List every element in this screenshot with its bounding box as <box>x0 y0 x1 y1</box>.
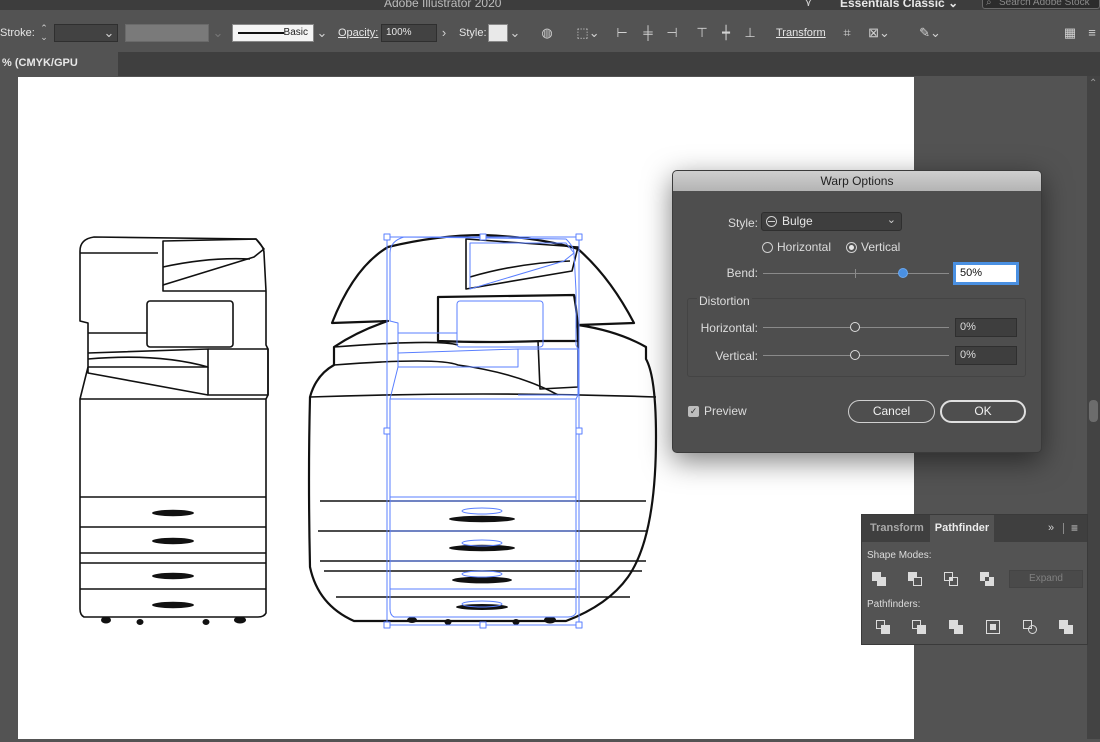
puppet-warp-icon[interactable]: ✎⌄ <box>912 24 948 42</box>
align-to-icon[interactable]: ⬚⌄ <box>576 24 600 42</box>
style-select[interactable]: Bulge ⌄ <box>761 212 902 231</box>
vertical-scrollbar[interactable]: ⌃ <box>1087 76 1100 739</box>
align-top-icon[interactable]: ⊤ <box>694 24 710 42</box>
align-center-icon[interactable]: ╪ <box>640 24 656 42</box>
brush-line-icon <box>238 32 284 34</box>
workspace-label: Essentials Classic <box>840 0 945 10</box>
align-bottom-icon[interactable]: ⊥ <box>742 24 758 42</box>
opacity-field[interactable]: 100% <box>381 24 437 42</box>
chevron-down-icon: ⌄ <box>886 214 896 226</box>
style-select-value: Bulge <box>782 214 813 228</box>
vertical-radio[interactable] <box>846 242 857 253</box>
dialog-title: Warp Options <box>673 171 1041 191</box>
preview-label[interactable]: Preview <box>704 404 747 418</box>
search-stock-input[interactable]: ⌕ Search Adobe Stock <box>982 0 1100 9</box>
unite-icon[interactable] <box>872 572 886 586</box>
intersect-icon[interactable] <box>944 572 958 586</box>
chevron-down-icon[interactable]: ⌄ <box>508 24 522 42</box>
graphic-style-swatch[interactable] <box>488 24 508 42</box>
title-bar: Adobe Illustrator 2020 Essentials Classi… <box>0 0 1100 10</box>
brush-definition-field[interactable]: Basic <box>232 24 314 42</box>
chevron-right-icon[interactable]: › <box>437 24 451 42</box>
expand-button[interactable]: Expand <box>1009 570 1083 588</box>
shape-modes-label: Shape Modes: <box>867 550 932 561</box>
panel-menu-icon[interactable]: ≡ <box>1071 521 1078 535</box>
style-label: Style: <box>459 27 487 39</box>
isolate-icon[interactable]: ⌗ <box>838 24 856 42</box>
pathfinders-label: Pathfinders: <box>867 599 921 610</box>
distortion-vertical-knob[interactable] <box>850 350 860 360</box>
distortion-horizontal-knob[interactable] <box>850 322 860 332</box>
arrange-documents-icon[interactable]: ▦ <box>1062 24 1078 42</box>
merge-icon[interactable] <box>949 620 963 634</box>
distortion-vertical-field[interactable]: 0% <box>955 346 1017 365</box>
stroke-label: Stroke: <box>0 27 35 39</box>
printer-warped[interactable] <box>307 233 658 623</box>
align-right-icon[interactable]: ⊣ <box>664 24 680 42</box>
bulge-icon <box>766 216 777 227</box>
align-middle-icon[interactable]: ┿ <box>718 24 734 42</box>
transform-options-icon[interactable]: ⊠⌄ <box>866 24 892 42</box>
outline-icon[interactable] <box>1023 620 1037 634</box>
bend-center-tick <box>855 269 856 278</box>
distortion-group <box>687 298 1026 377</box>
brush-name: Basic <box>283 27 308 38</box>
crop-icon[interactable] <box>986 620 1000 634</box>
exclude-icon[interactable] <box>980 572 994 586</box>
workspace-switcher[interactable]: Essentials Classic ⌄ <box>840 0 958 10</box>
variable-width-profile[interactable] <box>125 24 209 42</box>
selection-handles <box>383 233 583 629</box>
chevron-down-icon: ⌄ <box>948 0 959 10</box>
search-icon: ⌕ <box>986 0 992 8</box>
pen-icon[interactable]: ⋎ <box>804 0 813 9</box>
app-title: Adobe Illustrator 2020 <box>384 0 502 10</box>
chevron-down-icon: ⌄ <box>212 25 224 40</box>
tab-pathfinder[interactable]: Pathfinder <box>930 515 994 542</box>
horizontal-radio-label[interactable]: Horizontal <box>777 240 831 254</box>
trim-icon[interactable] <box>912 620 926 634</box>
chevron-down-icon[interactable]: ⌄ <box>315 24 329 42</box>
style-label: Style: <box>727 216 758 230</box>
divider <box>1063 523 1064 534</box>
ok-button[interactable]: OK <box>940 400 1026 423</box>
document-tab-bar: % (CMYK/GPU Preview) <box>0 52 1100 91</box>
pathfinder-panel: Transform Pathfinder » ≡ Shape Modes: Ex… <box>861 514 1088 645</box>
warp-options-dialog: Warp Options Style: Bulge ⌄ Horizontal V… <box>672 170 1042 453</box>
bend-slider-knob[interactable] <box>897 268 908 278</box>
divide-icon[interactable] <box>876 620 890 634</box>
distortion-vertical-label: Vertical: <box>715 349 758 363</box>
control-bar: Stroke: ⌃ ⌄ ⌄ ⌄ Basic ⌄ Opacity: 100% › S… <box>0 10 1100 53</box>
vertical-radio-label[interactable]: Vertical <box>861 240 900 254</box>
horizontal-radio[interactable] <box>762 242 773 253</box>
distortion-label: Distortion <box>697 294 752 308</box>
minus-front-icon[interactable] <box>908 572 922 586</box>
minus-back-icon[interactable] <box>1059 620 1073 634</box>
distortion-horizontal-label: Horizontal: <box>700 321 758 335</box>
preview-checkbox[interactable]: ✓ <box>688 406 699 417</box>
chevron-up-icon[interactable]: ⌃ <box>1089 78 1097 89</box>
search-placeholder: Search Adobe Stock <box>999 0 1090 8</box>
transform-link[interactable]: Transform <box>776 27 826 39</box>
collapse-panel-icon[interactable]: » <box>1048 522 1054 534</box>
document-tab[interactable]: % (CMYK/GPU Preview) <box>0 52 118 91</box>
bend-slider[interactable] <box>763 273 949 274</box>
align-left-icon[interactable]: ⊢ <box>614 24 630 42</box>
bend-value-field[interactable]: 50% <box>955 264 1017 283</box>
tab-transform[interactable]: Transform <box>870 515 924 542</box>
printer-original[interactable] <box>79 236 269 618</box>
stroke-stepper-icon[interactable]: ⌃ ⌄ <box>38 24 50 42</box>
chevron-down-icon[interactable]: ⌄ <box>102 24 116 42</box>
scrollbar-thumb[interactable] <box>1089 400 1098 422</box>
distortion-horizontal-field[interactable]: 0% <box>955 318 1017 337</box>
cancel-button[interactable]: Cancel <box>848 400 935 423</box>
bend-label: Bend: <box>726 266 758 280</box>
opacity-label[interactable]: Opacity: <box>338 27 378 39</box>
panel-tab-bar: Transform Pathfinder » ≡ <box>862 515 1087 542</box>
menu-icon[interactable]: ≡ <box>1084 24 1100 42</box>
recolor-artwork-icon[interactable]: ◍ <box>538 24 556 42</box>
